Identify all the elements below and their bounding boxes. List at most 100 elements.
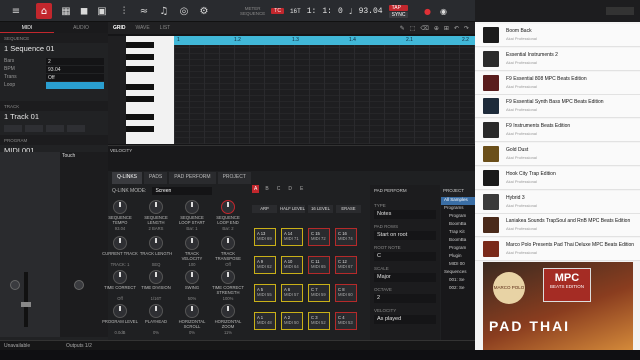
erase-button[interactable]: ERASE — [336, 205, 361, 213]
pad-icon[interactable]: ▣ — [94, 3, 110, 19]
arp-button[interactable]: ARP — [252, 205, 277, 213]
eraser-icon[interactable]: ⌫ — [420, 25, 428, 32]
drum-pad[interactable]: A 9 MIDI 62 — [254, 256, 276, 274]
overdub-icon[interactable]: ◉ — [440, 7, 447, 16]
tab-project[interactable]: PROJECT — [217, 172, 251, 184]
tab-wave[interactable]: WAVE — [131, 25, 155, 31]
qlink-knob[interactable] — [149, 270, 163, 284]
pad-rows-select[interactable]: Start on root — [374, 231, 436, 240]
redo-icon[interactable]: ↷ — [464, 25, 469, 32]
record-stop-icon[interactable]: ◼ — [76, 3, 92, 19]
loop-toggle[interactable] — [46, 81, 104, 89]
black-key[interactable] — [126, 54, 154, 60]
tab-grid[interactable]: GRID — [108, 25, 131, 31]
timing-value[interactable]: 16T — [290, 8, 301, 15]
qlink-knob[interactable] — [185, 236, 199, 250]
field-bpm-value[interactable]: 93.04 — [46, 65, 104, 73]
sync-button[interactable]: SYNC — [388, 11, 409, 18]
project-item[interactable]: Trap Kit — [441, 229, 475, 237]
velocity-select[interactable]: As played — [374, 315, 436, 324]
tab-qlinks[interactable]: Q-LINKS — [112, 172, 143, 184]
undo-icon[interactable]: ↶ — [454, 25, 459, 32]
bank-b[interactable]: B — [263, 185, 270, 193]
drum-pad[interactable]: A 10 MIDI 64 — [281, 256, 303, 274]
drum-pad[interactable]: A 1 MIDI 48 — [254, 312, 276, 330]
drum-pad[interactable]: C 3 MIDI 52 — [308, 312, 330, 330]
project-item[interactable]: MIDI 00 — [441, 261, 475, 269]
browser-item[interactable]: Essential Instruments 2 Akai Professional — [475, 47, 640, 71]
home-icon[interactable]: ⌂ — [36, 3, 52, 19]
black-key[interactable] — [126, 126, 154, 132]
drum-pad[interactable]: C 12 MIDI 67 — [335, 256, 357, 274]
project-item[interactable]: BoomBa — [441, 237, 475, 245]
track-arm-button[interactable] — [67, 125, 85, 132]
pan-knob-2[interactable] — [74, 280, 84, 290]
project-item[interactable]: Program — [441, 245, 475, 253]
browser-item[interactable]: F9 Instruments Beats Edition Akai Profess… — [475, 119, 640, 143]
black-key[interactable] — [126, 114, 154, 120]
type-select[interactable]: Notes — [374, 210, 436, 219]
octave-select[interactable]: 2 — [374, 294, 436, 303]
project-item[interactable]: 001: Se — [441, 277, 475, 285]
browser-item[interactable]: Hook City Trap Edition Akai Professional — [475, 166, 640, 190]
menu-icon[interactable]: ≡ — [8, 3, 24, 19]
qlink-knob[interactable] — [185, 270, 199, 284]
project-item[interactable]: Program — [441, 213, 475, 221]
browser-item[interactable]: F9 Essential 808 MPC Beats Edition Akai P… — [475, 71, 640, 95]
timeline-ruler[interactable]: 1 1.2 1.3 1.4 2.1 2.2 — [174, 36, 475, 45]
browser-item[interactable]: Gold Dust Akai Professional — [475, 143, 640, 166]
browser-item[interactable]: F9 Essential Synth Bass MPC Beats Editio… — [475, 95, 640, 119]
volume-fader-handle[interactable] — [21, 302, 31, 307]
field-trans-value[interactable]: Off — [46, 73, 104, 81]
half-level-button[interactable]: HALF LEVEL — [280, 205, 305, 213]
settings-icon[interactable]: ⚙ — [196, 3, 212, 19]
tab-list[interactable]: LIST — [155, 25, 176, 31]
outputs-select[interactable]: Outputs 1/2 — [66, 343, 92, 349]
keys-icon[interactable]: ♫ — [156, 3, 172, 19]
perform-icon[interactable]: ◎ — [176, 3, 192, 19]
drum-pad[interactable]: C 16 MIDI 74 — [335, 228, 357, 246]
sequence-name[interactable]: 1 Sequence 01 — [0, 43, 108, 54]
drum-pad[interactable]: C 7 MIDI 59 — [308, 284, 330, 302]
track-edit-button[interactable] — [46, 125, 64, 132]
tab-pad-perform[interactable]: PAD PERFORM — [169, 172, 216, 184]
track-solo-button[interactable] — [25, 125, 43, 132]
velocity-lane[interactable]: VELOCITY — [108, 145, 475, 171]
qlink-knob[interactable] — [221, 200, 235, 214]
grid-icon[interactable]: ▦ — [58, 3, 74, 19]
browser-item[interactable]: Boom Back Akai Professional — [475, 24, 640, 47]
drum-pad[interactable]: C 8 MIDI 60 — [335, 284, 357, 302]
tap-button[interactable]: TAP — [388, 4, 409, 11]
16-level-button[interactable]: 16 LEVEL — [308, 205, 333, 213]
project-item[interactable]: BoomBa — [441, 221, 475, 229]
note-grid[interactable] — [174, 36, 475, 144]
pan-knob[interactable] — [10, 280, 20, 290]
bank-e[interactable]: E — [298, 185, 305, 193]
zoom-icon[interactable]: ⊕ — [434, 25, 439, 32]
project-item[interactable]: 002: Se — [441, 285, 475, 293]
project-item[interactable]: All Samples — [441, 197, 475, 205]
drum-pad[interactable]: A 5 MIDI 55 — [254, 284, 276, 302]
record-icon[interactable]: ● — [424, 7, 431, 16]
scale-select[interactable]: Major — [374, 273, 436, 282]
qlink-knob[interactable] — [221, 270, 235, 284]
tab-pads[interactable]: PADS — [144, 172, 168, 184]
snap-icon[interactable]: ⊞ — [444, 25, 449, 32]
browser-item[interactable]: Hybrid 3 Akai Professional — [475, 190, 640, 214]
metronome-icon[interactable]: ♩ — [349, 7, 353, 16]
tab-midi[interactable]: MIDI — [0, 22, 54, 33]
qlink-knob[interactable] — [113, 304, 127, 318]
browser-item[interactable]: Laniakea Sounds TrapSoul and RnB MPC Bea… — [475, 214, 640, 238]
pencil-icon[interactable]: ✎ — [400, 25, 405, 32]
sample-icon[interactable]: ≈ — [136, 3, 152, 19]
bank-d[interactable]: D — [286, 185, 294, 193]
bank-a[interactable]: A — [252, 185, 260, 193]
piano-keys[interactable] — [126, 36, 174, 144]
qlink-knob[interactable] — [113, 236, 127, 250]
drum-pad[interactable]: C 11 MIDI 65 — [308, 256, 330, 274]
project-item[interactable]: Plugin — [441, 253, 475, 261]
select-icon[interactable]: ⬚ — [410, 25, 416, 32]
browser-search[interactable] — [606, 7, 634, 15]
qlink-knob[interactable] — [149, 200, 163, 214]
qlink-knob[interactable] — [221, 236, 235, 250]
